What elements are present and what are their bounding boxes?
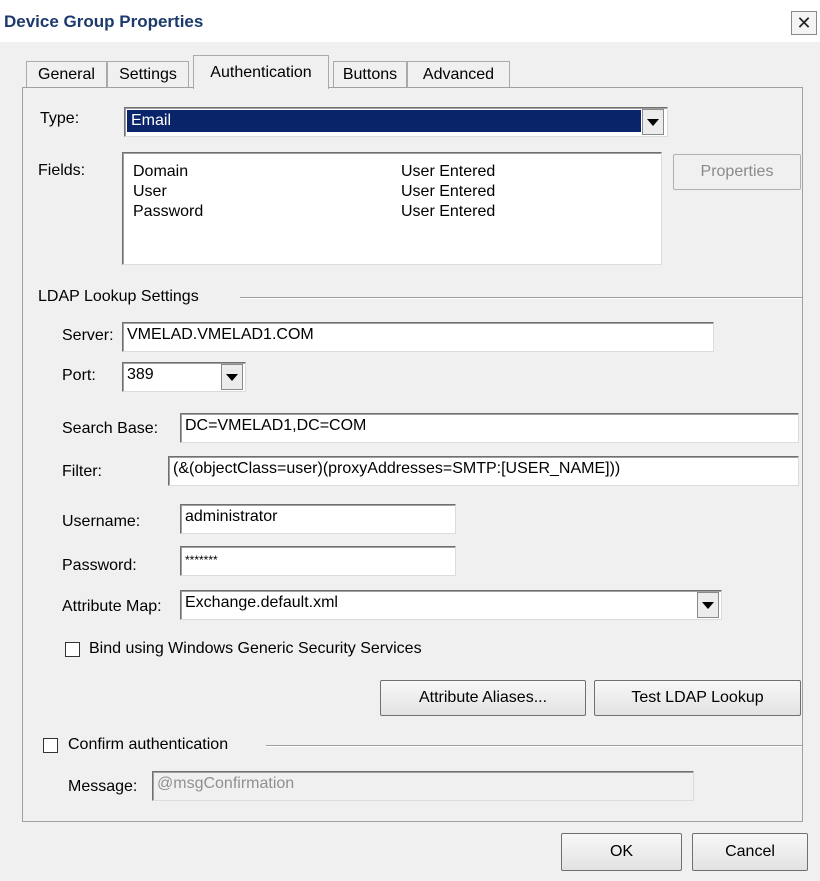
confirm-section-divider — [266, 745, 802, 747]
list-item[interactable]: Domain User Entered — [133, 161, 651, 183]
window-title: Device Group Properties — [4, 12, 204, 31]
tab-label: Settings — [119, 66, 177, 83]
title-bar: Device Group Properties ✕ — [0, 0, 820, 42]
fields-listbox[interactable]: Domain User Entered User User Entered Pa… — [122, 152, 662, 265]
tab-authentication[interactable]: Authentication — [193, 55, 329, 89]
close-icon: ✕ — [796, 12, 812, 33]
chevron-down-icon — [702, 601, 714, 609]
attribute-map-label: Attribute Map: — [62, 598, 162, 615]
server-label: Server: — [62, 327, 114, 344]
password-field[interactable]: ******* — [180, 546, 456, 576]
port-dropdown-arrow[interactable] — [221, 364, 243, 390]
type-label: Type: — [40, 110, 80, 127]
bind-gss-label[interactable]: Bind using Windows Generic Security Serv… — [89, 640, 422, 658]
server-field[interactable]: VMELAD.VMELAD1.COM — [122, 322, 714, 352]
field-value: User Entered — [401, 183, 496, 200]
username-field[interactable]: administrator — [180, 504, 456, 534]
test-ldap-lookup-button[interactable]: Test LDAP Lookup — [594, 680, 801, 716]
chevron-down-icon — [647, 118, 659, 126]
field-value: User Entered — [401, 203, 496, 220]
attribute-aliases-button[interactable]: Attribute Aliases... — [380, 680, 586, 716]
field-name: User — [133, 183, 167, 200]
tab-settings[interactable]: Settings — [107, 61, 189, 88]
tab-label: Buttons — [342, 66, 398, 83]
bind-gss-checkbox[interactable] — [65, 642, 80, 657]
username-label: Username: — [62, 513, 141, 530]
confirm-auth-label[interactable]: Confirm authentication — [68, 736, 235, 754]
fields-label: Fields: — [38, 162, 86, 179]
list-item[interactable]: Password User Entered — [133, 203, 651, 227]
message-field[interactable]: @msgConfirmation — [152, 771, 694, 801]
ok-button[interactable]: OK — [561, 833, 682, 871]
message-label: Message: — [68, 778, 138, 795]
confirm-auth-checkbox[interactable] — [43, 738, 58, 753]
type-select-value: Email — [127, 110, 641, 132]
tab-advanced[interactable]: Advanced — [407, 61, 510, 88]
filter-label: Filter: — [62, 463, 102, 480]
attribute-map-dropdown-arrow[interactable] — [697, 592, 719, 618]
field-name: Domain — [133, 163, 189, 180]
tab-buttons[interactable]: Buttons — [333, 61, 407, 88]
port-label: Port: — [62, 367, 96, 384]
field-name: Password — [133, 203, 204, 220]
filter-field[interactable]: (&(objectClass=user)(proxyAddresses=SMTP… — [168, 456, 799, 486]
password-label: Password: — [62, 557, 137, 574]
close-button[interactable]: ✕ — [791, 11, 817, 35]
chevron-down-icon — [226, 373, 238, 381]
properties-button[interactable]: Properties — [673, 154, 801, 190]
field-value: User Entered — [401, 163, 496, 180]
search-base-label: Search Base: — [62, 420, 159, 437]
type-dropdown-arrow[interactable] — [642, 109, 664, 135]
list-item[interactable]: User User Entered — [133, 183, 651, 205]
tab-general[interactable]: General — [26, 61, 107, 88]
search-base-field[interactable]: DC=VMELAD1,DC=COM — [180, 413, 799, 443]
tab-label: Authentication — [210, 63, 312, 81]
ldap-section-divider — [240, 297, 802, 299]
tab-label: Advanced — [422, 66, 495, 83]
ldap-section-title: LDAP Lookup Settings — [38, 288, 205, 306]
type-select[interactable]: Email — [124, 107, 668, 137]
tab-label: General — [38, 66, 95, 83]
attribute-map-select[interactable]: Exchange.default.xml — [180, 590, 722, 620]
cancel-button[interactable]: Cancel — [692, 833, 808, 871]
